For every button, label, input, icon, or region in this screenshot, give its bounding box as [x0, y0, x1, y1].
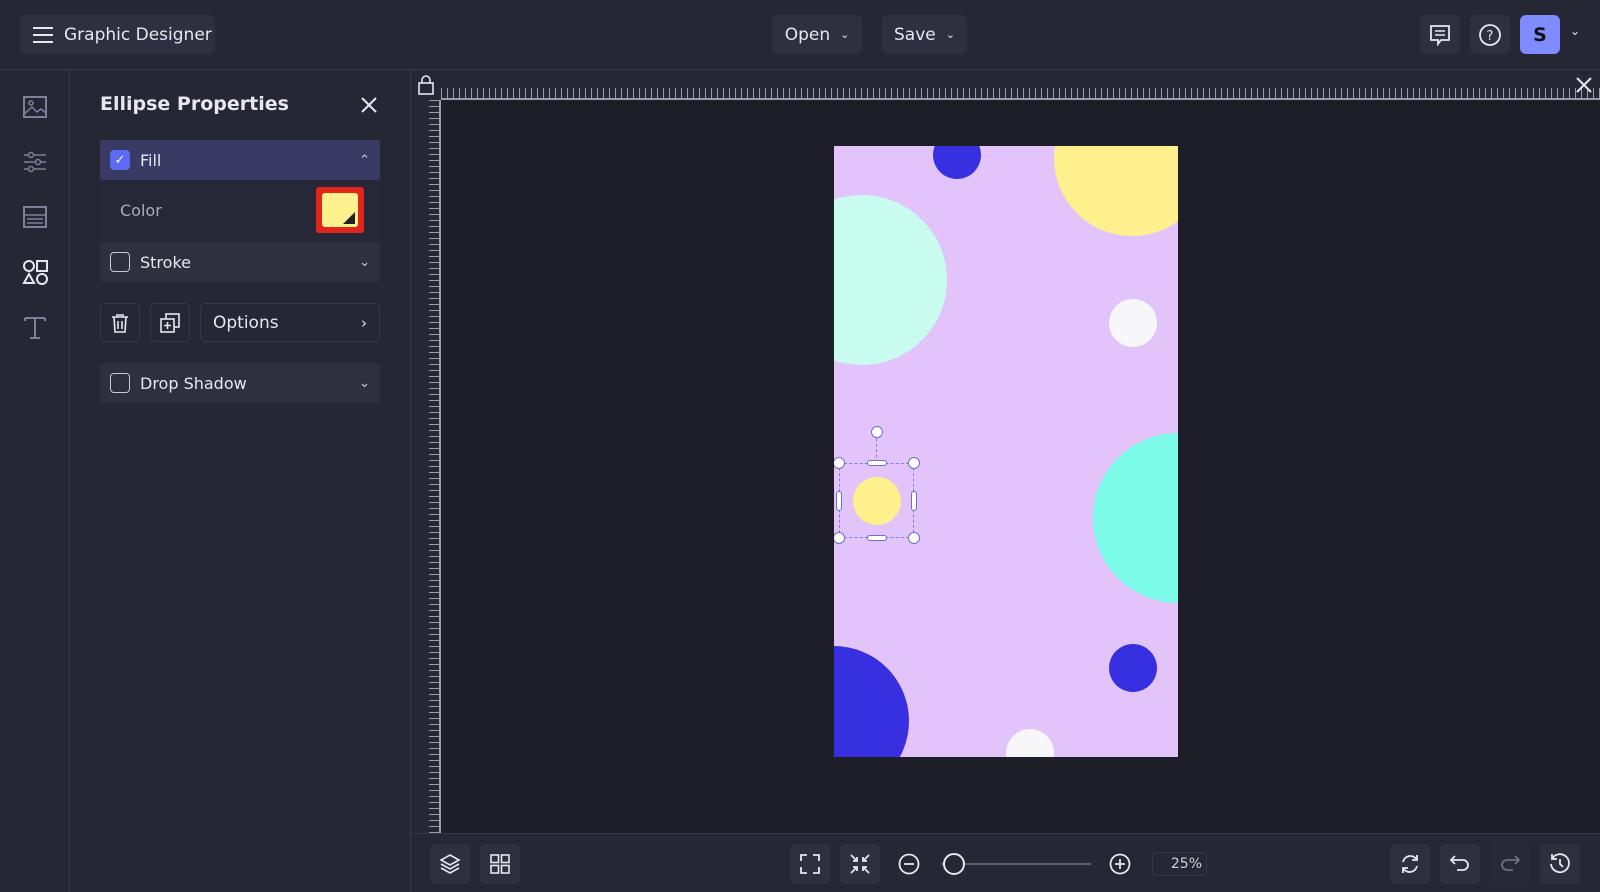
- fill-color-swatch[interactable]: [316, 187, 364, 233]
- color-row: Color: [100, 180, 380, 240]
- drop-shadow-checkbox[interactable]: [110, 373, 130, 393]
- color-label: Color: [120, 200, 162, 220]
- trash-icon: [112, 313, 128, 333]
- close-icon[interactable]: [360, 96, 378, 114]
- ellipse-mint-large[interactable]: [834, 195, 947, 365]
- main-menu-button[interactable]: Graphic Designer: [20, 15, 215, 54]
- layout-icon[interactable]: [20, 202, 50, 232]
- grid-button[interactable]: [480, 844, 520, 884]
- redo-button[interactable]: [1490, 844, 1530, 884]
- rotate-handle[interactable]: [871, 426, 883, 438]
- open-button[interactable]: Open ⌄: [772, 15, 862, 54]
- expand-icon: [800, 854, 820, 874]
- ruler-lock-button[interactable]: [411, 70, 441, 100]
- drop-shadow-label: Drop Shadow: [140, 373, 247, 393]
- help-button[interactable]: ?: [1470, 15, 1510, 54]
- comment-icon: [1430, 24, 1450, 46]
- top-bar: Graphic Designer Open ⌄ Save ⌄ ? S ⌄: [0, 0, 1600, 70]
- reset-button[interactable]: [1390, 844, 1430, 884]
- layers-button[interactable]: [430, 844, 470, 884]
- undo-button[interactable]: [1440, 844, 1480, 884]
- undo-icon: [1449, 855, 1469, 871]
- ellipse-cyan-large[interactable]: [1093, 433, 1178, 603]
- tool-rail: [0, 70, 70, 892]
- avatar[interactable]: S: [1520, 15, 1560, 54]
- chevron-down-icon: ⌄: [840, 28, 850, 41]
- selection-box: [839, 463, 914, 538]
- save-button[interactable]: Save ⌄: [882, 15, 967, 54]
- layers-icon: [439, 854, 461, 874]
- comments-button[interactable]: [1420, 15, 1460, 54]
- stroke-checkbox[interactable]: [110, 252, 130, 272]
- ellipse-yellow-large[interactable]: [1054, 146, 1178, 236]
- zoom-slider-knob[interactable]: [942, 853, 965, 875]
- account-chevron-icon[interactable]: ⌄: [1570, 24, 1580, 38]
- chevron-down-icon: ⌄: [359, 254, 370, 270]
- save-label: Save: [894, 24, 936, 45]
- resize-handle-e[interactable]: [911, 491, 917, 511]
- image-icon[interactable]: [20, 92, 50, 122]
- zoom-out-icon[interactable]: [898, 853, 920, 875]
- shapes-icon[interactable]: [20, 257, 50, 287]
- bottom-toolbar: 25%: [411, 833, 1600, 892]
- panel-title: Ellipse Properties: [100, 93, 289, 115]
- ellipse-blue-small[interactable]: [1109, 644, 1157, 692]
- properties-panel: Ellipse Properties ✓ Fill ⌃ Color Stroke…: [70, 70, 411, 892]
- options-button[interactable]: Options ›: [200, 303, 380, 342]
- adjustments-icon[interactable]: [20, 147, 50, 177]
- history-icon: [1550, 853, 1570, 874]
- resize-handle-ne[interactable]: [908, 457, 920, 469]
- ellipse-white-bottom[interactable]: [1006, 729, 1054, 757]
- stroke-label: Stroke: [140, 252, 191, 272]
- app-title: Graphic Designer: [64, 24, 212, 45]
- horizontal-ruler[interactable]: [411, 70, 1600, 100]
- resize-handle-s[interactable]: [867, 535, 887, 541]
- resize-handle-n[interactable]: [867, 460, 887, 466]
- history-button[interactable]: [1540, 844, 1580, 884]
- stroke-section-header[interactable]: Stroke ⌄: [100, 242, 380, 282]
- fill-checkbox[interactable]: ✓: [110, 150, 130, 170]
- drop-shadow-section-header[interactable]: Drop Shadow ⌄: [100, 363, 380, 403]
- chevron-down-icon: ⌄: [359, 375, 370, 391]
- artboard[interactable]: [834, 146, 1178, 757]
- redo-icon: [1501, 855, 1521, 871]
- fill-label: Fill: [140, 150, 162, 170]
- ellipse-blue-large[interactable]: [834, 646, 909, 757]
- chevron-up-icon: ⌃: [359, 152, 370, 168]
- chevron-right-icon: ›: [361, 313, 367, 332]
- vertical-ruler[interactable]: [411, 100, 441, 833]
- svg-text:?: ?: [1487, 29, 1494, 44]
- shrink-icon: [850, 854, 870, 874]
- open-label: Open: [784, 24, 831, 45]
- lock-icon: [418, 75, 434, 95]
- ellipse-white[interactable]: [1109, 299, 1157, 347]
- text-icon[interactable]: [20, 312, 50, 342]
- hamburger-icon: [33, 26, 53, 43]
- color-picker-corner-icon: [343, 212, 355, 224]
- duplicate-icon: [160, 312, 180, 333]
- ellipse-blue-top[interactable]: [933, 146, 981, 179]
- zoom-in-icon[interactable]: [1109, 853, 1131, 875]
- fit-to-screen-button[interactable]: [840, 844, 880, 884]
- fullscreen-button[interactable]: [790, 844, 830, 884]
- resize-handle-sw[interactable]: [834, 532, 845, 544]
- fill-section-header[interactable]: ✓ Fill ⌃: [100, 140, 380, 180]
- delete-button[interactable]: [100, 303, 140, 342]
- refresh-icon: [1402, 855, 1418, 873]
- zoom-percentage-field[interactable]: 25%: [1152, 852, 1207, 876]
- close-rulers-icon[interactable]: [1576, 77, 1592, 93]
- chevron-down-icon: ⌄: [945, 28, 955, 41]
- resize-handle-w[interactable]: [836, 491, 842, 511]
- help-icon: ?: [1479, 23, 1501, 46]
- options-label: Options: [213, 312, 279, 333]
- duplicate-button[interactable]: [150, 303, 190, 342]
- resize-handle-se[interactable]: [908, 532, 920, 544]
- grid-icon: [490, 854, 510, 874]
